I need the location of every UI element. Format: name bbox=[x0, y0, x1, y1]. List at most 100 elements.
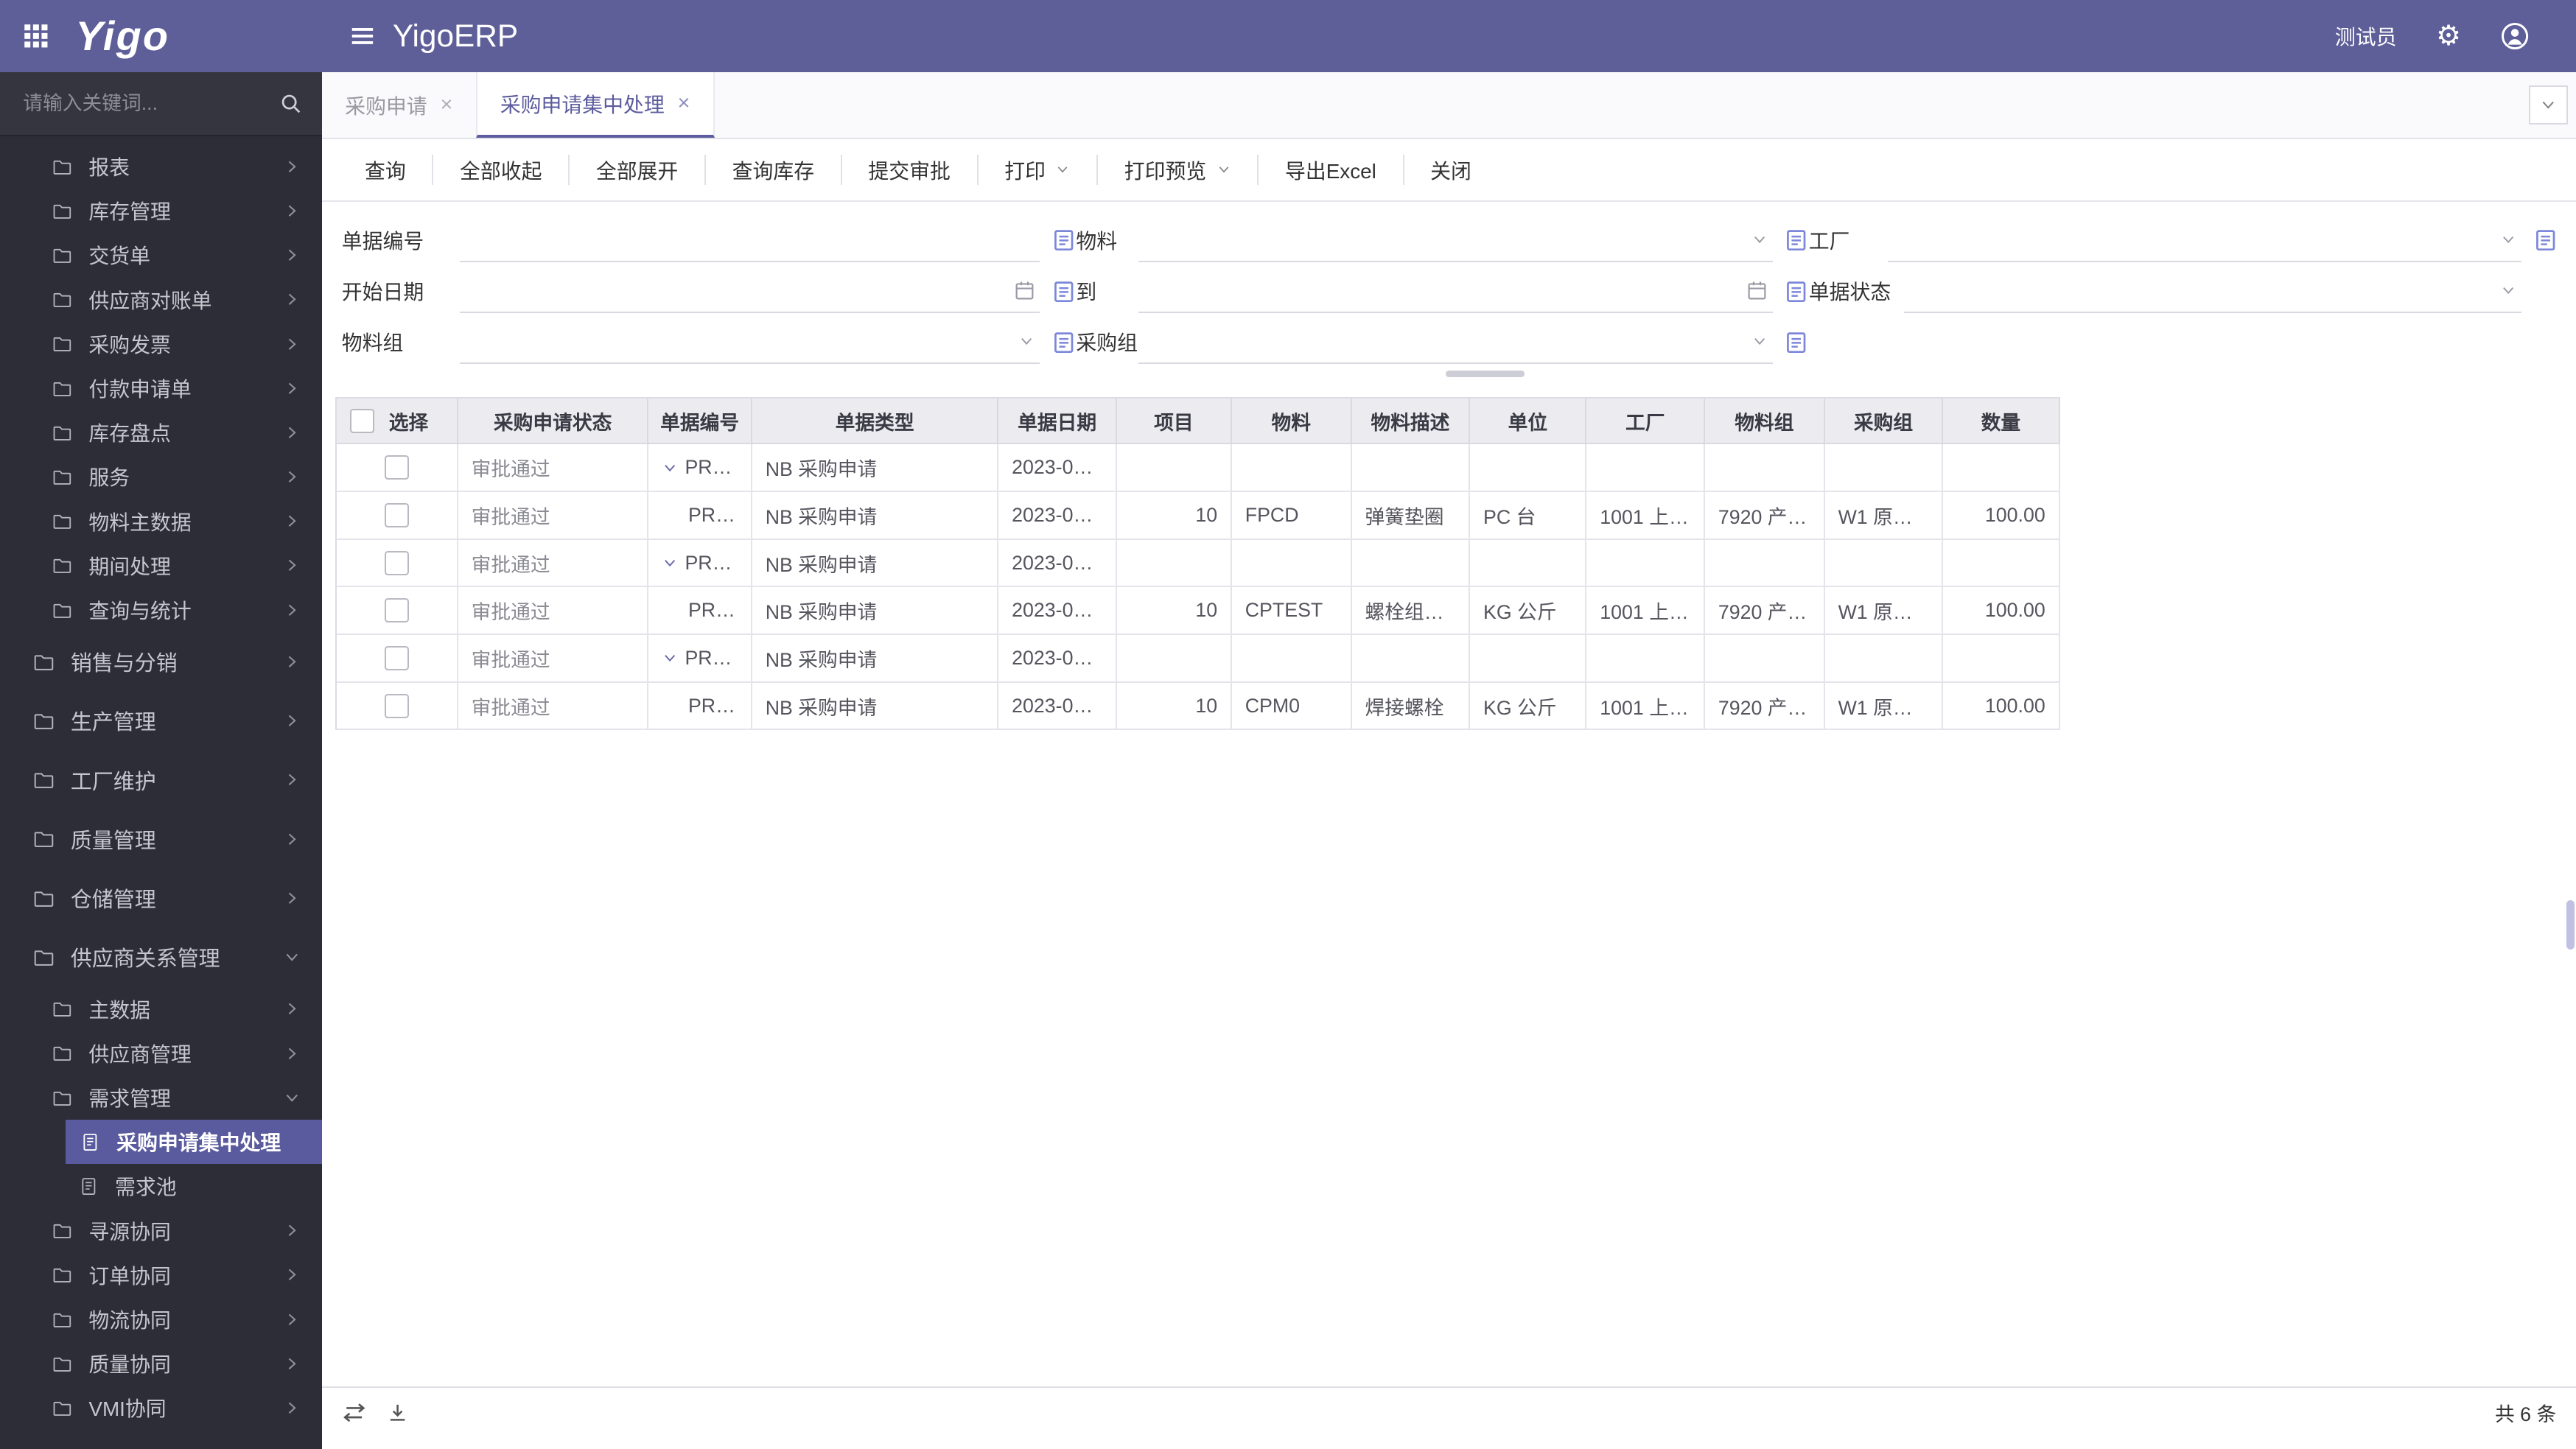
filter-field[interactable] bbox=[460, 320, 1040, 365]
row-expand-icon[interactable] bbox=[662, 650, 678, 666]
sidebar-item[interactable]: 服务 bbox=[0, 455, 322, 499]
value-help-icon[interactable] bbox=[1051, 330, 1076, 354]
value-help-icon[interactable] bbox=[1051, 279, 1076, 304]
row-checkbox[interactable] bbox=[384, 598, 409, 623]
tab[interactable]: 采购申请 × bbox=[322, 72, 476, 138]
sidebar-item[interactable]: 仓储管理 bbox=[0, 869, 322, 927]
cell-desc: 弹簧垫圈 bbox=[1351, 492, 1471, 540]
column-header[interactable]: 采购组 bbox=[1824, 399, 1944, 445]
sidebar-item[interactable]: 采购申请集中处理 bbox=[66, 1120, 322, 1165]
sidebar-item[interactable]: 查询与统计 bbox=[0, 588, 322, 632]
sidebar-item[interactable]: 交货单 bbox=[0, 233, 322, 277]
toolbar-button[interactable]: 全部展开 bbox=[568, 155, 704, 185]
panel-collapse-handle[interactable] bbox=[2566, 899, 2575, 950]
sidebar-item[interactable]: 财务会计 bbox=[0, 1430, 322, 1448]
swap-columns-icon[interactable] bbox=[342, 1400, 366, 1425]
column-header[interactable]: 数量 bbox=[1943, 399, 2060, 445]
settings-gear-icon[interactable]: ⚙ bbox=[2436, 21, 2461, 50]
sidebar-item[interactable]: 供应商对账单 bbox=[0, 278, 322, 322]
sidebar-item[interactable]: 销售与分销 bbox=[0, 632, 322, 691]
row-expand-icon[interactable] bbox=[662, 460, 678, 476]
column-header[interactable]: 采购申请状态 bbox=[458, 399, 649, 445]
search-input[interactable] bbox=[19, 90, 280, 117]
toolbar-button[interactable]: 关闭 bbox=[1402, 155, 1498, 185]
sidebar-item[interactable]: 供应商关系管理 bbox=[0, 927, 322, 986]
column-header[interactable]: 单据日期 bbox=[998, 399, 1117, 445]
value-help-icon[interactable] bbox=[1784, 330, 1808, 354]
cell-material bbox=[1231, 444, 1352, 493]
tab[interactable]: 采购申请集中处理 × bbox=[475, 72, 715, 138]
tab-overflow-button[interactable] bbox=[2528, 85, 2568, 125]
column-header[interactable]: 单位 bbox=[1470, 399, 1587, 445]
sidebar-item[interactable]: 物流协同 bbox=[0, 1297, 322, 1341]
row-checkbox[interactable] bbox=[384, 693, 409, 718]
toolbar-button[interactable]: 提交审批 bbox=[840, 155, 977, 185]
column-header[interactable]: 物料组 bbox=[1704, 399, 1825, 445]
sidebar-item[interactable]: 工厂维护 bbox=[0, 751, 322, 810]
sidebar-item[interactable]: 质量协同 bbox=[0, 1341, 322, 1386]
folder-icon bbox=[52, 157, 72, 177]
table-row[interactable]: 审批通过 PR00… NB 采购申请 2023-06-25 bbox=[336, 539, 2060, 588]
row-checkbox[interactable] bbox=[384, 645, 409, 670]
current-user-label[interactable]: 测试员 bbox=[2335, 21, 2397, 51]
sidebar-item[interactable]: 订单协同 bbox=[0, 1253, 322, 1297]
column-header[interactable]: 物料 bbox=[1231, 399, 1352, 445]
sidebar-item[interactable]: 采购发票 bbox=[0, 322, 322, 366]
value-help-icon[interactable] bbox=[1784, 279, 1808, 304]
chevron-down-icon bbox=[283, 1089, 301, 1107]
sidebar-item[interactable]: 生产管理 bbox=[0, 691, 322, 750]
row-checkbox[interactable] bbox=[384, 550, 409, 575]
sidebar-item[interactable]: 主数据 bbox=[0, 987, 322, 1031]
value-help-icon[interactable] bbox=[1784, 228, 1808, 252]
filter-field[interactable] bbox=[460, 269, 1040, 314]
sidebar-item[interactable]: 库存管理 bbox=[0, 189, 322, 233]
tab-close-icon[interactable]: × bbox=[440, 94, 452, 116]
toolbar-button[interactable]: 导出Excel bbox=[1257, 155, 1402, 185]
toolbar-button[interactable]: 打印预览 bbox=[1096, 155, 1257, 185]
sidebar-item[interactable]: 报表 bbox=[0, 144, 322, 189]
column-header[interactable]: 单据编号 bbox=[648, 399, 752, 445]
download-icon[interactable] bbox=[386, 1401, 409, 1424]
sidebar-item[interactable]: 供应商管理 bbox=[0, 1031, 322, 1076]
sidebar-item[interactable]: 需求管理 bbox=[0, 1076, 322, 1120]
column-header[interactable]: 物料描述 bbox=[1351, 399, 1471, 445]
column-header[interactable]: 项目 bbox=[1116, 399, 1232, 445]
table-row[interactable]: 审批通过 PR… NB 采购申请 2023-06-25 10 CPM0 焊接螺栓 KG 公斤 1… bbox=[336, 682, 2060, 731]
sidebar-item[interactable]: 质量管理 bbox=[0, 810, 322, 869]
sidebar-item[interactable]: 需求池 bbox=[0, 1164, 322, 1208]
toolbar-button[interactable]: 查询 bbox=[338, 155, 432, 184]
sidebar-item[interactable]: 寻源协同 bbox=[0, 1208, 322, 1252]
tab-close-icon[interactable]: × bbox=[678, 93, 690, 114]
table-row[interactable]: 审批通过 PR00… NB 采购申请 2023-06-25 bbox=[336, 635, 2060, 683]
toolbar-button[interactable]: 查询库存 bbox=[704, 155, 841, 185]
app-launcher-grid-icon[interactable] bbox=[23, 23, 49, 49]
sidebar-item[interactable]: VMI协同 bbox=[0, 1386, 322, 1430]
row-checkbox[interactable] bbox=[384, 502, 409, 527]
search-icon[interactable] bbox=[279, 92, 302, 115]
filter-field[interactable] bbox=[1138, 218, 1773, 263]
table-row[interactable]: 审批通过 PR00… NB 采购申请 2023-06-25 bbox=[336, 444, 2060, 493]
column-header[interactable]: 单据类型 bbox=[752, 399, 999, 445]
filter-field[interactable] bbox=[1138, 320, 1773, 365]
table-row[interactable]: 审批通过 PR… NB 采购申请 2023-06-25 10 CPTEST 螺栓组合件 KG … bbox=[336, 587, 2060, 636]
row-checkbox[interactable] bbox=[384, 455, 409, 480]
value-help-icon[interactable] bbox=[1051, 228, 1076, 252]
row-expand-icon[interactable] bbox=[662, 555, 678, 571]
value-help-icon[interactable] bbox=[2533, 228, 2558, 252]
filter-field[interactable] bbox=[1887, 218, 2522, 263]
menu-list-icon[interactable] bbox=[349, 22, 377, 50]
horizontal-scrollbar-thumb[interactable] bbox=[1446, 371, 1525, 378]
toolbar-button[interactable]: 全部收起 bbox=[432, 155, 568, 185]
sidebar-item[interactable]: 物料主数据 bbox=[0, 499, 322, 543]
column-header[interactable]: 工厂 bbox=[1586, 399, 1705, 445]
filter-field[interactable] bbox=[1904, 269, 2522, 314]
table-row[interactable]: 审批通过 PR… NB 采购申请 2023-06-25 10 FPCD 弹簧垫圈 PC 台 10… bbox=[336, 492, 2060, 540]
filter-field[interactable] bbox=[460, 218, 1040, 263]
user-avatar-icon[interactable] bbox=[2500, 21, 2530, 51]
toolbar-button[interactable]: 打印 bbox=[976, 155, 1097, 185]
filter-field[interactable] bbox=[1138, 269, 1773, 314]
sidebar-item[interactable]: 付款申请单 bbox=[0, 366, 322, 410]
sidebar-item[interactable]: 库存盘点 bbox=[0, 410, 322, 455]
select-all-checkbox[interactable] bbox=[349, 408, 374, 433]
sidebar-item[interactable]: 期间处理 bbox=[0, 544, 322, 588]
